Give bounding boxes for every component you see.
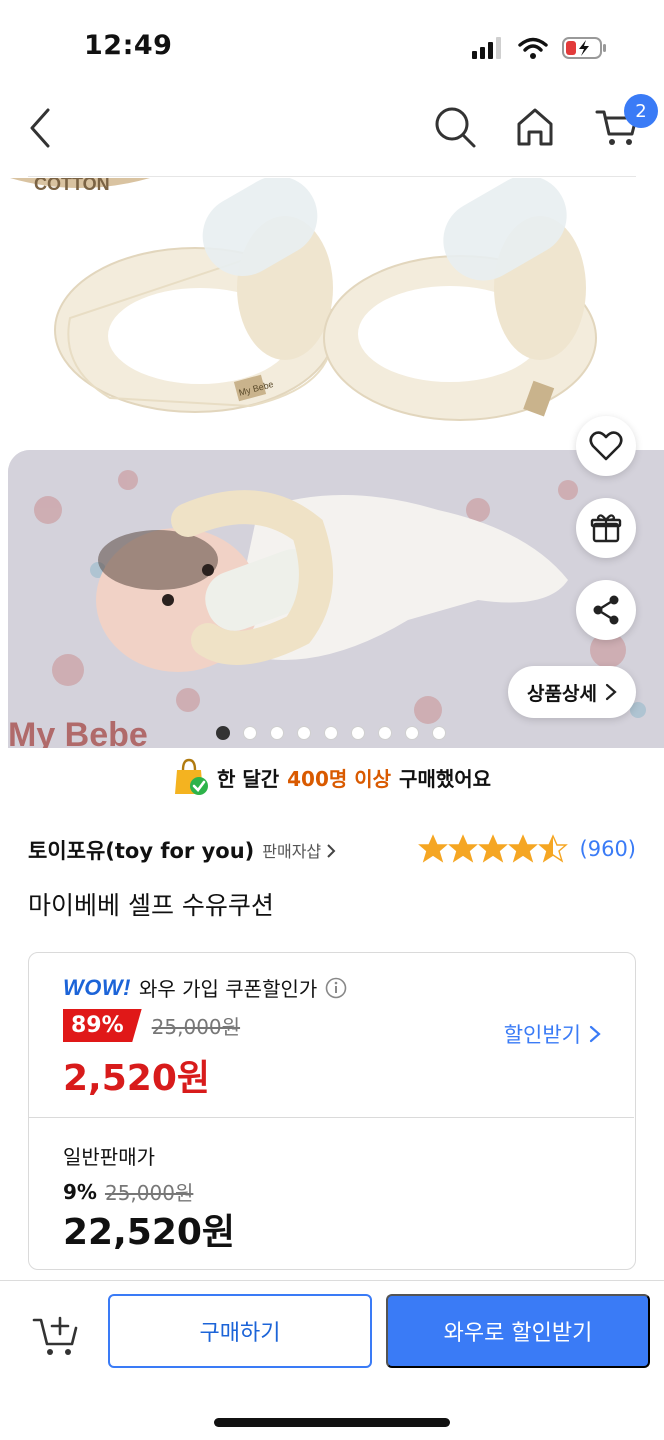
seller-name[interactable]: 토이포유(toy for you) (28, 835, 254, 865)
wifi-icon (518, 37, 548, 59)
heart-icon (589, 431, 623, 461)
seller-shop-label: 판매자샵 (262, 842, 322, 861)
wishlist-button[interactable] (576, 416, 636, 476)
home-icon[interactable] (512, 104, 558, 150)
gift-button[interactable] (576, 498, 636, 558)
product-photo-cushions: COTTON My Bebe (0, 178, 664, 450)
purchase-count-banner: 한 달간 400명 이상 구매했어요 (0, 755, 664, 799)
wow-price-label: 와우 가입 쿠폰할인가 (138, 977, 318, 1001)
wow-discount-badge: 89% (63, 1009, 142, 1042)
shopping-bag-check-icon (174, 758, 208, 795)
status-bar: 12:49 (0, 0, 664, 90)
price-divider (29, 1117, 634, 1118)
cotton-label: COTTON (34, 178, 110, 194)
price-box: WOW! 와우 가입 쿠폰할인가 89% 25,000원 2,520원 할인받기… (28, 952, 636, 1270)
promo-prefix: 한 달간 (216, 766, 280, 791)
carousel-dot[interactable] (351, 726, 365, 740)
carousel-dot[interactable] (243, 726, 257, 740)
carousel-dot[interactable] (216, 726, 230, 740)
battery-icon (562, 37, 606, 59)
carousel-dot[interactable] (324, 726, 338, 740)
coupon-discount-label: 할인받기 (503, 1023, 581, 1047)
top-nav (0, 90, 664, 166)
carousel-dot[interactable] (405, 726, 419, 740)
wow-discount-button[interactable]: 와우로 할인받기 (386, 1294, 650, 1368)
carousel-dot[interactable] (297, 726, 311, 740)
normal-final-price: 22,520원 (63, 1212, 236, 1253)
carousel-dot[interactable] (432, 726, 446, 740)
star-rating-icon (417, 834, 568, 863)
normal-price-label: 일반판매가 (63, 1145, 155, 1169)
back-icon[interactable] (22, 104, 62, 152)
carousel-dot[interactable] (270, 726, 284, 740)
bottom-bar-divider (0, 1280, 664, 1281)
wow-original-price: 25,000원 (151, 1015, 241, 1039)
chevron-right-icon (605, 683, 617, 701)
signal-icon (472, 37, 501, 59)
seller-shop-link[interactable]: 판매자샵 (262, 838, 336, 862)
product-detail-label: 상품상세 (527, 682, 597, 705)
wow-logo: WOW! (63, 974, 131, 1000)
normal-discount-row: 9% 25,000원 (63, 1177, 193, 1206)
product-detail-button[interactable]: 상품상세 (508, 666, 636, 718)
carousel-dots (216, 726, 446, 740)
nav-divider (28, 176, 636, 177)
home-indicator (214, 1418, 450, 1427)
brand-watermark: My Bebe (8, 716, 148, 748)
normal-discount-percent: 9% (63, 1179, 97, 1204)
promo-highlight: 400명 이상 (287, 766, 392, 791)
add-to-cart-icon[interactable] (32, 1310, 80, 1358)
rating-count: (960) (579, 837, 636, 861)
status-icons (472, 36, 608, 60)
chevron-right-icon (589, 1025, 601, 1043)
rating[interactable]: (960) (417, 834, 636, 864)
status-time: 12:49 (84, 30, 173, 61)
carousel-dot[interactable] (378, 726, 392, 740)
normal-original-price: 25,000원 (104, 1181, 194, 1205)
share-icon (593, 595, 619, 625)
wow-final-price: 2,520원 (63, 1058, 210, 1099)
search-icon[interactable] (432, 104, 478, 150)
share-button[interactable] (576, 580, 636, 640)
wow-price-header: WOW! 와우 가입 쿠폰할인가 (63, 973, 347, 1002)
product-title: 마이베베 셀프 수유쿠션 (28, 891, 274, 920)
gift-icon (590, 514, 622, 543)
coupon-discount-link[interactable]: 할인받기 (504, 1019, 601, 1049)
buy-button[interactable]: 구매하기 (108, 1294, 372, 1368)
chevron-right-icon (327, 844, 336, 858)
cart-count-badge: 2 (624, 94, 658, 128)
wow-discount-row: 89% 25,000원 (63, 1009, 240, 1042)
info-icon[interactable] (325, 977, 347, 999)
product-image-carousel[interactable]: COTTON My Bebe My Bebe (0, 178, 664, 748)
seller-row: 토이포유(toy for you) 판매자샵 (960) (28, 830, 636, 870)
promo-suffix: 구매했어요 (399, 766, 492, 791)
